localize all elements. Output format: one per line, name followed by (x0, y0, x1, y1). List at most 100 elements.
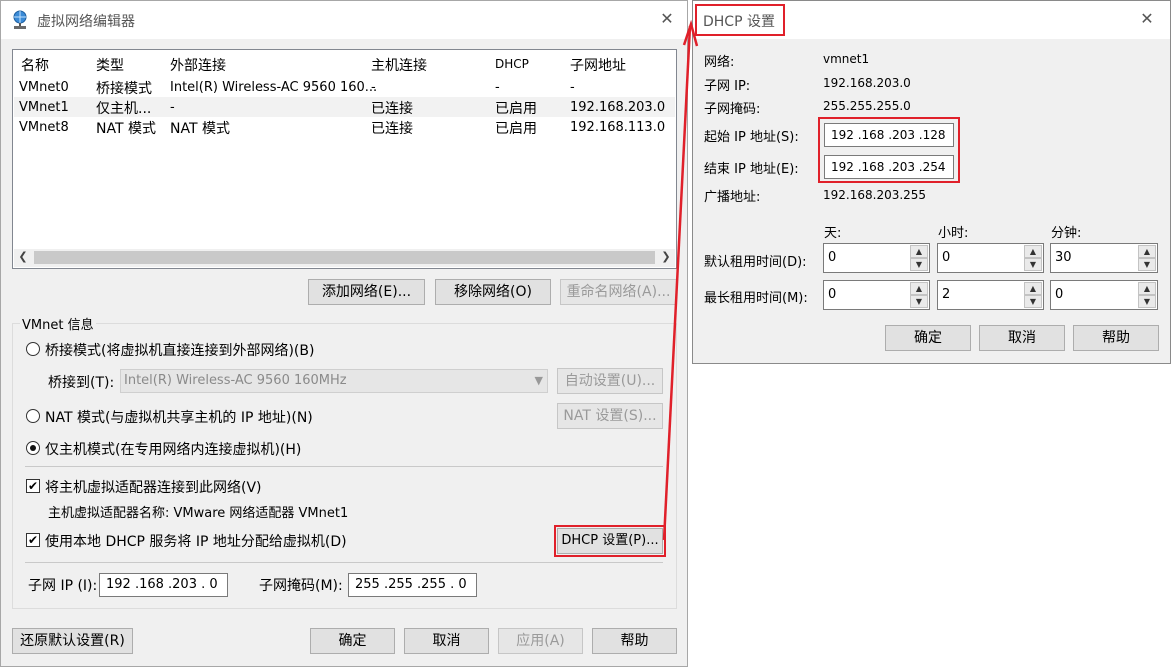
chevron-down-icon: ▼ (534, 374, 543, 387)
nat-settings-button[interactable]: NAT 设置(S)... (557, 403, 663, 429)
cell-subnet: 192.168.113.0 (570, 120, 666, 135)
days-label: 天: (824, 226, 842, 241)
cell-host: - (371, 80, 376, 95)
bridged-radio-label[interactable]: 桥接模式(将虚拟机直接连接到外部网络)(B) (45, 340, 314, 360)
nat-radio[interactable] (26, 409, 40, 423)
spinner-up-icon[interactable]: ▲ (1024, 245, 1042, 258)
scroll-left-icon[interactable]: ❮ (14, 250, 32, 263)
default-lease-hours-spinner[interactable]: 0 ▲ ▼ (937, 243, 1044, 273)
ok-button[interactable]: 确定 (310, 628, 395, 654)
network-list[interactable]: 名称 类型 外部连接 主机连接 DHCP 子网地址 VMnet0 桥接模式 In… (12, 49, 677, 269)
connect-adapter-checkbox[interactable]: ✔ (26, 479, 40, 493)
dhcp-ok-button[interactable]: 确定 (885, 325, 971, 351)
horizontal-scrollbar[interactable]: ❮ ❯ (14, 249, 675, 267)
spinner-down-icon[interactable]: ▼ (1024, 258, 1042, 271)
connect-adapter-label[interactable]: 将主机虚拟适配器连接到此网络(V) (45, 477, 262, 497)
bridged-to-select[interactable]: Intel(R) Wireless-AC 9560 160MHz ▼ (120, 369, 548, 393)
dhcp-help-button[interactable]: 帮助 (1073, 325, 1159, 351)
cell-name: VMnet8 (19, 120, 69, 135)
spinner-down-icon[interactable]: ▼ (1024, 295, 1042, 308)
bridged-radio[interactable] (26, 342, 40, 356)
dhcp-button-highlight (554, 525, 666, 557)
scroll-right-icon[interactable]: ❯ (657, 250, 675, 263)
use-dhcp-label[interactable]: 使用本地 DHCP 服务将 IP 地址分配给虚拟机(D) (45, 531, 347, 551)
spinner-up-icon[interactable]: ▲ (1138, 282, 1156, 295)
default-lease-minutes-spinner[interactable]: 30 ▲ ▼ (1050, 243, 1158, 273)
add-network-button[interactable]: 添加网络(E)... (308, 279, 425, 305)
nat-radio-label[interactable]: NAT 模式(与虚拟机共享主机的 IP 地址)(N) (45, 407, 313, 427)
dhcp-title-bar: DHCP 设置 ✕ (693, 1, 1170, 39)
max-lease-hours-spinner[interactable]: 2 ▲ ▼ (937, 280, 1044, 310)
host-only-radio-label[interactable]: 仅主机模式(在专用网络内连接虚拟机)(H) (45, 439, 301, 459)
cell-name: VMnet1 (19, 100, 69, 115)
host-only-radio[interactable] (26, 441, 40, 455)
cell-type: NAT 模式 (96, 121, 156, 137)
title-bar: 虚拟网络编辑器 ✕ (1, 1, 687, 39)
spinner-down-icon[interactable]: ▼ (1138, 295, 1156, 308)
cell-dhcp: 已启用 (495, 121, 537, 137)
spinner-value[interactable]: 0 (828, 250, 836, 265)
rename-network-button[interactable]: 重命名网络(A)... (560, 279, 677, 305)
close-icon[interactable]: ✕ (654, 7, 680, 31)
spinner-up-icon[interactable]: ▲ (1024, 282, 1042, 295)
dhcp-cancel-button[interactable]: 取消 (979, 325, 1065, 351)
scrollbar-thumb[interactable] (34, 251, 655, 264)
dhcp-settings-window: DHCP 设置 ✕ 网络: vmnet1 子网 IP: 192.168.203.… (692, 0, 1171, 364)
subnet-mask-field[interactable]: 255 .255 .255 . 0 (348, 573, 477, 597)
spinner-down-icon[interactable]: ▼ (910, 295, 928, 308)
max-lease-minutes-spinner[interactable]: 0 ▲ ▼ (1050, 280, 1158, 310)
column-header-subnet[interactable]: 子网地址 (570, 55, 626, 75)
divider (25, 466, 663, 467)
restore-defaults-button[interactable]: 还原默认设置(R) (12, 628, 133, 654)
network-globe-icon (13, 10, 27, 29)
cell-host: 已连接 (371, 121, 413, 137)
subnet-ip-value: 192.168.203.0 (823, 76, 911, 90)
bridged-to-value: Intel(R) Wireless-AC 9560 160MHz (124, 373, 347, 388)
spinner-value[interactable]: 0 (828, 287, 836, 302)
bridged-to-label: 桥接到(T): (48, 375, 115, 391)
cell-dhcp: - (495, 80, 500, 95)
default-lease-days-spinner[interactable]: 0 ▲ ▼ (823, 243, 930, 273)
broadcast-value: 192.168.203.255 (823, 188, 927, 202)
column-header-type[interactable]: 类型 (96, 55, 124, 75)
column-header-host[interactable]: 主机连接 (371, 55, 427, 75)
subnet-mask-label: 子网掩码(M): (259, 578, 343, 594)
cell-external: - (170, 100, 175, 115)
subnet-ip-label: 子网 IP: (704, 79, 751, 94)
max-lease-label: 最长租用时间(M): (704, 291, 808, 306)
spinner-value[interactable]: 0 (942, 250, 950, 265)
help-button[interactable]: 帮助 (592, 628, 677, 654)
cell-subnet: 192.168.203.0 (570, 100, 666, 115)
cell-type: 仅主机... (96, 101, 152, 117)
spinner-down-icon[interactable]: ▼ (910, 258, 928, 271)
cancel-button[interactable]: 取消 (404, 628, 489, 654)
vmnet-info-label: VMnet 信息 (20, 314, 96, 333)
spinner-value[interactable]: 30 (1055, 250, 1072, 265)
use-dhcp-checkbox[interactable]: ✔ (26, 533, 40, 547)
cell-name: VMnet0 (19, 80, 69, 95)
window-title: 虚拟网络编辑器 (37, 14, 135, 30)
cell-host: 已连接 (371, 101, 413, 117)
close-icon[interactable]: ✕ (1134, 7, 1160, 31)
auto-settings-button[interactable]: 自动设置(U)... (557, 368, 663, 394)
column-header-external[interactable]: 外部连接 (170, 55, 226, 75)
apply-button[interactable]: 应用(A) (498, 628, 583, 654)
spinner-value[interactable]: 2 (942, 287, 950, 302)
subnet-ip-field[interactable]: 192 .168 .203 . 0 (99, 573, 228, 597)
spinner-up-icon[interactable]: ▲ (910, 282, 928, 295)
default-lease-label: 默认租用时间(D): (704, 255, 807, 270)
spinner-up-icon[interactable]: ▲ (1138, 245, 1156, 258)
remove-network-button[interactable]: 移除网络(O) (435, 279, 551, 305)
network-label: 网络: (704, 55, 735, 70)
spinner-up-icon[interactable]: ▲ (910, 245, 928, 258)
virtual-network-editor-window: 虚拟网络编辑器 ✕ 名称 类型 外部连接 主机连接 DHCP 子网地址 VMne… (0, 0, 688, 667)
adapter-name-text: 主机虚拟适配器名称: VMware 网络适配器 VMnet1 (48, 506, 349, 521)
dhcp-title-highlight (695, 4, 785, 36)
spinner-down-icon[interactable]: ▼ (1138, 258, 1156, 271)
spinner-value[interactable]: 0 (1055, 287, 1063, 302)
max-lease-days-spinner[interactable]: 0 ▲ ▼ (823, 280, 930, 310)
column-header-dhcp[interactable]: DHCP (495, 57, 529, 71)
column-header-name[interactable]: 名称 (21, 55, 49, 75)
broadcast-label: 广播地址: (704, 190, 761, 205)
subnet-ip-label: 子网 IP (I): (28, 578, 98, 594)
